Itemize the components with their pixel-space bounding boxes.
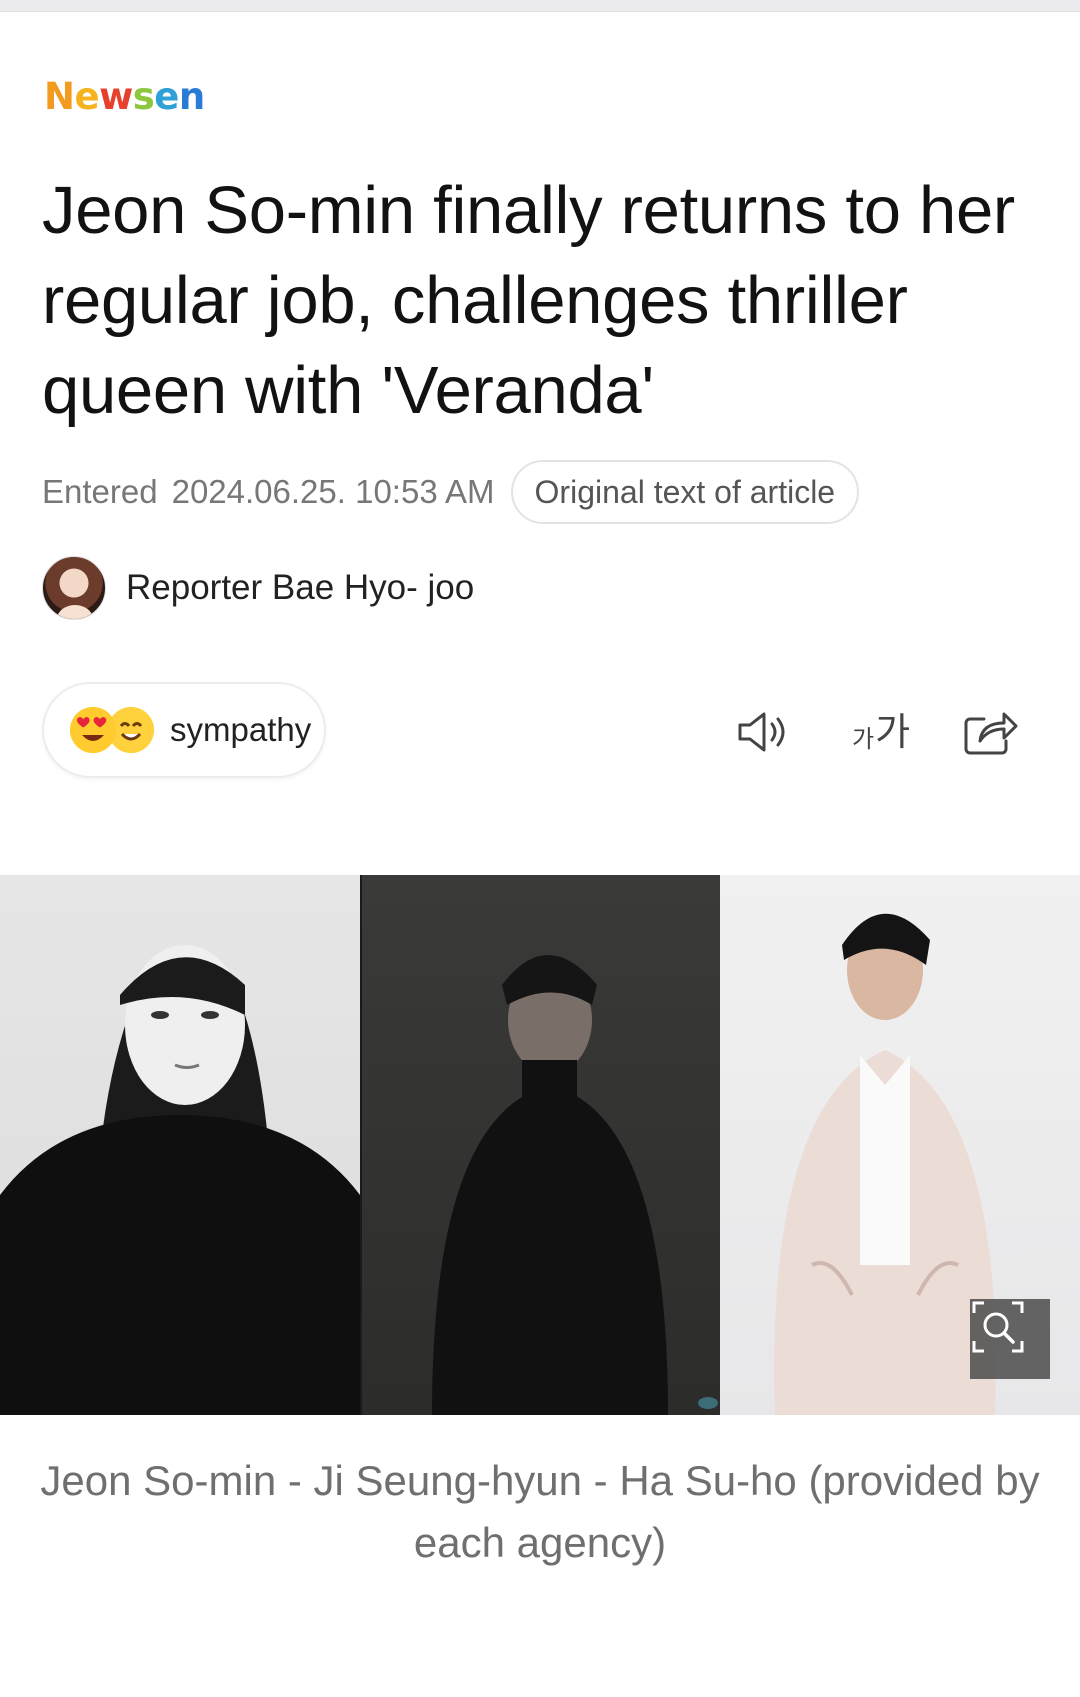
font-size-button[interactable]: 가가 (846, 704, 916, 760)
article-headline: Jeon So-min finally returns to her regul… (42, 173, 1015, 428)
article-meta: Entered 2024.06.25. 10:53 AM Original te… (42, 460, 860, 524)
logo-letter: s (132, 75, 155, 118)
newsen-logo[interactable]: Newsen (44, 78, 205, 115)
photo-caption: Jeon So-min - Ji Seung-hyun - Ha Su-ho (… (40, 1457, 1040, 1566)
logo-letter: w (99, 75, 133, 118)
sympathy-button[interactable]: sympathy (42, 682, 326, 778)
entered-label: Entered (42, 473, 158, 510)
reporter-name: Reporter Bae Hyo- joo (126, 568, 475, 607)
reporter-avatar (42, 556, 106, 620)
entered-date: 2024.06.25. 10:53 AM (171, 473, 495, 510)
photo-panel-jeon-so-min (0, 875, 360, 1415)
font-small-glyph: 가 (851, 725, 875, 753)
speaker-icon (738, 712, 785, 752)
photo-panel-ha-su-ho (720, 875, 1080, 1415)
photo-panel-ji-seung-hyun (360, 875, 720, 1415)
logo-letter: e (154, 75, 179, 118)
article-action-row: sympathy 가가 (42, 682, 1038, 780)
sympathy-label: sympathy (170, 711, 312, 748)
share-button[interactable] (962, 704, 1018, 760)
status-strip (0, 0, 1080, 12)
portrait-man-dark-icon (432, 955, 718, 1415)
original-article-button[interactable]: Original text of article (510, 460, 860, 524)
reaction-emojis (70, 705, 158, 755)
zoom-image-button[interactable] (970, 1299, 1050, 1379)
listen-button[interactable] (736, 704, 792, 760)
logo-letter: N (44, 75, 75, 118)
logo-letter: n (178, 75, 205, 118)
font-big-glyph: 가 (875, 710, 911, 754)
share-icon (964, 712, 1018, 755)
portrait-woman-icon (0, 945, 360, 1415)
reporter-byline[interactable]: Reporter Bae Hyo- joo (42, 556, 474, 620)
font-size-icon: 가가 (852, 713, 910, 751)
zoom-search-icon (972, 1301, 1024, 1353)
heart-eyes-emoji-icon (70, 707, 116, 753)
logo-letter: e (74, 75, 100, 118)
article-photo[interactable] (0, 875, 1080, 1415)
